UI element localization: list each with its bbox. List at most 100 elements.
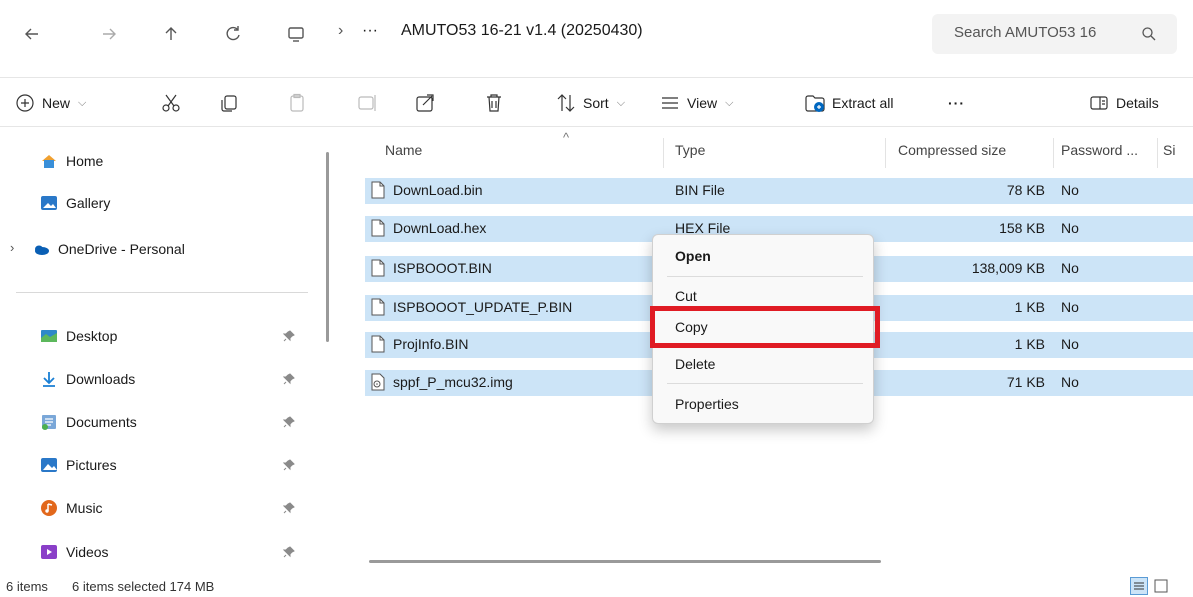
search-box[interactable]: Search AMUTO53 16 bbox=[932, 14, 1177, 54]
disc-image-icon bbox=[371, 373, 385, 391]
sidebar-item-gallery[interactable]: Gallery bbox=[40, 190, 110, 216]
up-button[interactable] bbox=[157, 20, 185, 48]
clipboard-icon bbox=[290, 93, 304, 112]
details-view-icon[interactable] bbox=[1130, 577, 1148, 595]
sidebar-item-desktop[interactable]: Desktop bbox=[40, 323, 117, 349]
sidebar-item-music[interactable]: Music bbox=[40, 495, 103, 521]
file-row[interactable]: DownLoad.bin BIN File 78 KB No bbox=[365, 178, 1193, 204]
back-button[interactable] bbox=[18, 20, 46, 48]
scissors-icon bbox=[162, 94, 180, 112]
plus-circle-icon bbox=[16, 94, 34, 112]
file-icon bbox=[371, 335, 385, 353]
sidebar-item-home[interactable]: Home bbox=[40, 148, 103, 174]
view-lines-icon bbox=[662, 97, 678, 109]
copy-button[interactable] bbox=[218, 90, 240, 116]
sidebar-item-label: Music bbox=[66, 500, 103, 516]
share-icon bbox=[416, 94, 434, 112]
sidebar-item-documents[interactable]: Documents bbox=[40, 409, 137, 435]
file-compressed-size: 71 KB bbox=[1006, 374, 1045, 390]
file-icon bbox=[371, 298, 385, 316]
delete-button[interactable] bbox=[483, 90, 505, 116]
gallery-icon bbox=[41, 196, 57, 210]
pin-icon[interactable] bbox=[283, 330, 295, 342]
extract-all-label: Extract all bbox=[832, 95, 894, 111]
file-compressed-size: 1 KB bbox=[1014, 336, 1045, 352]
file-compressed-size: 158 KB bbox=[999, 220, 1045, 236]
chevron-right-icon[interactable]: › bbox=[338, 22, 343, 40]
breadcrumb-overflow[interactable]: ··· bbox=[362, 22, 378, 40]
sidebar-item-label: Gallery bbox=[66, 195, 111, 211]
pin-icon[interactable] bbox=[283, 502, 295, 514]
breadcrumb-current-folder[interactable]: AMUTO53 16-21 v1.4 (20250430) bbox=[401, 22, 643, 40]
horizontal-scrollbar[interactable] bbox=[369, 560, 881, 563]
rename-icon bbox=[358, 95, 376, 111]
column-header-password[interactable]: Password ... bbox=[1061, 142, 1138, 158]
sidebar-divider bbox=[16, 292, 308, 293]
menu-item-open[interactable]: Open bbox=[653, 241, 875, 271]
view-button[interactable]: View ⌵ bbox=[659, 90, 733, 116]
sort-button[interactable]: Sort ⌵ bbox=[555, 90, 625, 116]
details-button[interactable]: Details bbox=[1088, 90, 1159, 116]
tiles-view-icon[interactable] bbox=[1152, 577, 1170, 595]
column-header-name[interactable]: Name bbox=[385, 142, 422, 158]
copy-icon bbox=[221, 95, 237, 112]
documents-icon bbox=[42, 415, 56, 430]
pin-icon[interactable] bbox=[283, 373, 295, 385]
arrow-left-icon bbox=[25, 28, 38, 40]
column-divider[interactable] bbox=[1053, 138, 1054, 168]
sidebar-item-downloads[interactable]: Downloads bbox=[40, 366, 135, 392]
sidebar-item-onedrive[interactable]: OneDrive - Personal bbox=[32, 236, 185, 262]
column-header-compressed-size[interactable]: Compressed size bbox=[898, 142, 1006, 158]
navigation-pane: Home Gallery › OneDrive - Personal Deskt… bbox=[0, 136, 325, 572]
menu-separator bbox=[667, 276, 863, 277]
chevron-down-icon: ⌵ bbox=[616, 96, 626, 109]
extract-all-button[interactable]: Extract all bbox=[804, 90, 893, 116]
onedrive-icon bbox=[35, 245, 49, 255]
paste-button[interactable] bbox=[286, 90, 308, 116]
column-divider[interactable] bbox=[1157, 138, 1158, 168]
share-button[interactable] bbox=[414, 90, 436, 116]
more-options-button[interactable]: ··· bbox=[948, 90, 965, 116]
column-divider[interactable] bbox=[663, 138, 664, 168]
pin-icon[interactable] bbox=[283, 416, 295, 428]
sidebar-item-label: Home bbox=[66, 153, 104, 169]
column-header-type[interactable]: Type bbox=[675, 142, 705, 158]
details-pane-icon bbox=[1090, 96, 1108, 110]
search-placeholder: Search AMUTO53 16 bbox=[954, 24, 1097, 41]
sidebar-scrollbar[interactable] bbox=[326, 152, 329, 342]
column-header-size[interactable]: Si bbox=[1163, 142, 1175, 158]
chevron-right-icon[interactable]: › bbox=[10, 240, 14, 255]
pin-icon[interactable] bbox=[283, 546, 295, 558]
sidebar-item-label: Pictures bbox=[66, 457, 117, 473]
sort-label: Sort bbox=[583, 95, 609, 111]
status-item-count: 6 items bbox=[6, 579, 48, 594]
forward-button[interactable] bbox=[95, 20, 123, 48]
file-name: sppf_P_mcu32.img bbox=[393, 374, 513, 390]
menu-item-properties[interactable]: Properties bbox=[653, 389, 875, 419]
desktop-icon bbox=[41, 330, 57, 342]
file-name: ISPBOOOT.BIN bbox=[393, 260, 492, 276]
menu-separator bbox=[667, 383, 863, 384]
rename-button[interactable] bbox=[356, 90, 378, 116]
sidebar-item-label: Videos bbox=[66, 544, 109, 560]
file-password: No bbox=[1061, 260, 1079, 276]
file-name: ProjInfo.BIN bbox=[393, 336, 469, 352]
videos-icon bbox=[41, 545, 57, 559]
this-pc-button[interactable] bbox=[282, 20, 310, 48]
copy-highlight-annotation bbox=[650, 306, 880, 348]
menu-item-delete[interactable]: Delete bbox=[653, 349, 875, 379]
pin-icon[interactable] bbox=[283, 459, 295, 471]
file-icon bbox=[371, 259, 385, 277]
sidebar-item-pictures[interactable]: Pictures bbox=[40, 452, 117, 478]
extract-folder-icon bbox=[805, 95, 825, 112]
refresh-icon bbox=[226, 26, 240, 41]
cut-button[interactable] bbox=[160, 90, 182, 116]
file-password: No bbox=[1061, 220, 1079, 236]
file-name: ISPBOOOT_UPDATE_P.BIN bbox=[393, 299, 573, 315]
new-button[interactable]: New ⌵ bbox=[14, 90, 86, 116]
sidebar-item-videos[interactable]: Videos bbox=[40, 539, 109, 565]
column-divider[interactable] bbox=[885, 138, 886, 168]
file-icon bbox=[371, 219, 385, 237]
search-icon bbox=[1142, 27, 1156, 41]
refresh-button[interactable] bbox=[219, 20, 247, 48]
